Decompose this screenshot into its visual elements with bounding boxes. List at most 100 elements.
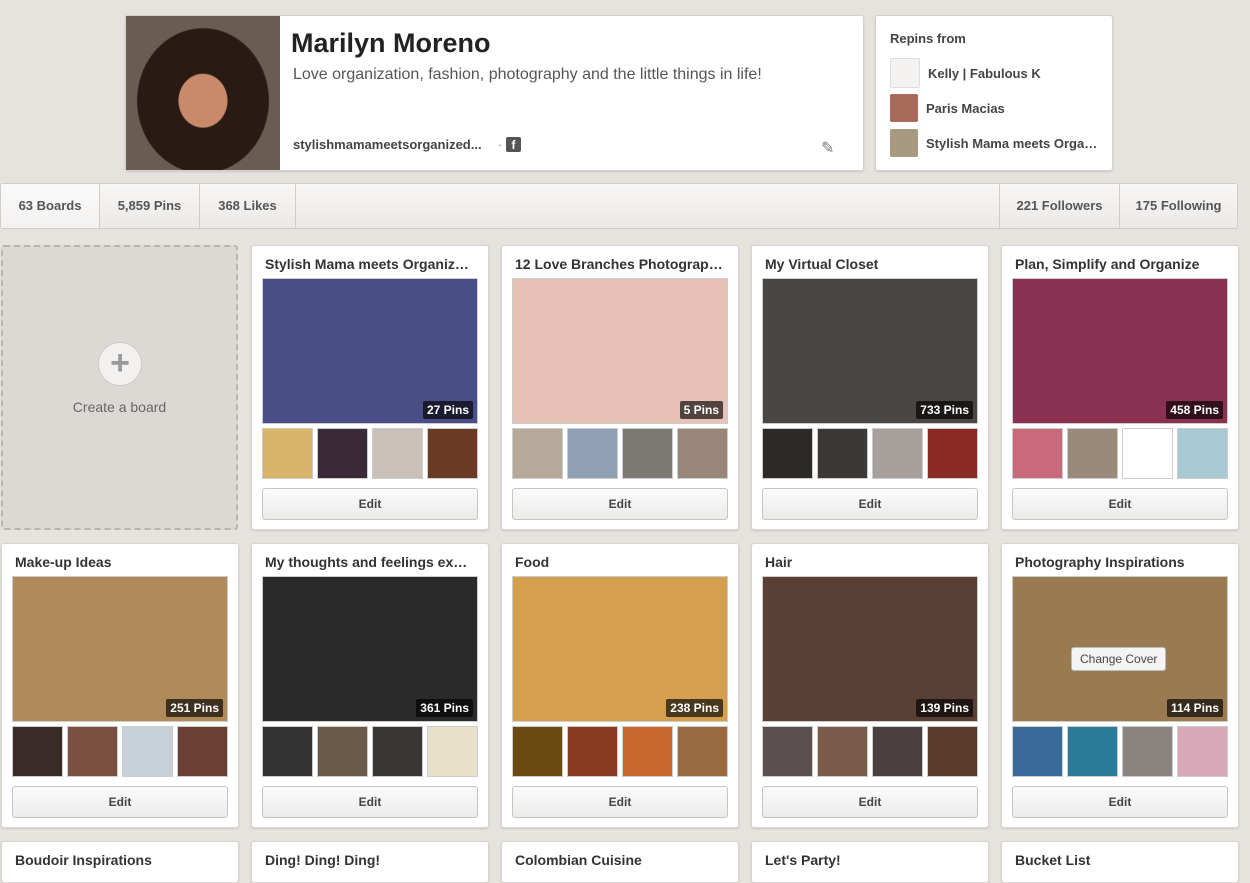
- board-title[interactable]: Food: [515, 554, 725, 570]
- edit-board-button[interactable]: Edit: [12, 786, 228, 818]
- board-cover[interactable]: Change Cover 114 Pins: [1012, 576, 1228, 722]
- board-thumbnail[interactable]: [567, 428, 618, 479]
- pencil-icon[interactable]: ✎: [821, 138, 837, 157]
- edit-board-button[interactable]: Edit: [762, 488, 978, 520]
- board-thumbnail[interactable]: [622, 726, 673, 777]
- board-thumbnail[interactable]: [762, 428, 813, 479]
- board-thumbnail[interactable]: [872, 726, 923, 777]
- board-cover[interactable]: 5 Pins: [512, 278, 728, 424]
- board-thumbnail[interactable]: [262, 726, 313, 777]
- board-card[interactable]: Stylish Mama meets Organized Chica 27 Pi…: [251, 245, 489, 530]
- board-title[interactable]: 12 Love Branches Photography: [515, 256, 725, 272]
- board-thumbnail[interactable]: [1012, 726, 1063, 777]
- repin-item[interactable]: Kelly | Fabulous K: [890, 58, 1105, 88]
- board-card[interactable]: Let's Party!: [751, 841, 989, 883]
- board-thumbnail[interactable]: [677, 428, 728, 479]
- board-card[interactable]: Colombian Cuisine: [501, 841, 739, 883]
- board-card[interactable]: Food 238 Pins Edit: [501, 543, 739, 828]
- facebook-icon[interactable]: f: [506, 137, 521, 152]
- board-cover[interactable]: 458 Pins: [1012, 278, 1228, 424]
- board-thumbnail[interactable]: [927, 428, 978, 479]
- board-thumbnails: [12, 726, 228, 777]
- board-title[interactable]: Photography Inspirations: [1015, 554, 1225, 570]
- board-title[interactable]: Plan, Simplify and Organize: [1015, 256, 1225, 272]
- profile-card: Marilyn Moreno Love organization, fashio…: [125, 15, 864, 171]
- board-thumbnail[interactable]: [372, 726, 423, 777]
- board-thumbnail[interactable]: [1067, 428, 1118, 479]
- board-title: Ding! Ding! Ding!: [265, 852, 381, 868]
- board-thumbnail[interactable]: [372, 428, 423, 479]
- board-thumbnail[interactable]: [872, 428, 923, 479]
- board-thumbnail[interactable]: [1012, 428, 1063, 479]
- board-thumbnail[interactable]: [1177, 428, 1228, 479]
- board-thumbnail[interactable]: [262, 428, 313, 479]
- board-cover[interactable]: 251 Pins: [12, 576, 228, 722]
- board-card[interactable]: My thoughts and feelings expressed 361 P…: [251, 543, 489, 828]
- repin-label: Kelly | Fabulous K: [928, 65, 1041, 81]
- board-title[interactable]: Hair: [765, 554, 975, 570]
- tab-following[interactable]: 175 Following: [1119, 184, 1237, 228]
- repin-label: Stylish Mama meets Organi...: [926, 135, 1105, 151]
- edit-board-button[interactable]: Edit: [512, 786, 728, 818]
- board-title[interactable]: Make-up Ideas: [15, 554, 225, 570]
- repin-item[interactable]: Stylish Mama meets Organi...: [890, 128, 1105, 158]
- board-thumbnail[interactable]: [67, 726, 118, 777]
- board-thumbnail[interactable]: [622, 428, 673, 479]
- board-card[interactable]: Hair 139 Pins Edit: [751, 543, 989, 828]
- board-thumbnail[interactable]: [122, 726, 173, 777]
- board-thumbnail[interactable]: [177, 726, 228, 777]
- board-cover[interactable]: 733 Pins: [762, 278, 978, 424]
- board-card[interactable]: Make-up Ideas 251 Pins Edit: [1, 543, 239, 828]
- tab-followers[interactable]: 221 Followers: [999, 184, 1119, 228]
- edit-board-button[interactable]: Edit: [1012, 488, 1228, 520]
- board-card[interactable]: Photography Inspirations Change Cover 11…: [1001, 543, 1239, 828]
- edit-board-button[interactable]: Edit: [762, 786, 978, 818]
- board-thumbnail[interactable]: [317, 726, 368, 777]
- board-thumbnail[interactable]: [512, 428, 563, 479]
- board-thumbnail[interactable]: [927, 726, 978, 777]
- profile-website-link[interactable]: stylishmamameetsorganized...: [293, 137, 482, 152]
- board-thumbnail[interactable]: [762, 726, 813, 777]
- board-thumbnail[interactable]: [1122, 428, 1173, 479]
- tab-boards[interactable]: 63 Boards: [1, 184, 100, 228]
- board-thumbnail[interactable]: [12, 726, 63, 777]
- board-title[interactable]: My Virtual Closet: [765, 256, 975, 272]
- tab-likes[interactable]: 368 Likes: [200, 184, 296, 228]
- board-thumbnail[interactable]: [817, 428, 868, 479]
- board-thumbnail[interactable]: [317, 428, 368, 479]
- edit-board-button[interactable]: Edit: [512, 488, 728, 520]
- pin-count-badge: 733 Pins: [916, 401, 973, 419]
- board-thumbnail[interactable]: [512, 726, 563, 777]
- board-title[interactable]: My thoughts and feelings expressed: [265, 554, 475, 570]
- board-title[interactable]: Stylish Mama meets Organized Chica: [265, 256, 475, 272]
- board-cover[interactable]: 238 Pins: [512, 576, 728, 722]
- board-card[interactable]: Ding! Ding! Ding!: [251, 841, 489, 883]
- board-title: Bucket List: [1015, 852, 1091, 868]
- board-thumbnail[interactable]: [1067, 726, 1118, 777]
- board-thumbnail[interactable]: [1122, 726, 1173, 777]
- edit-board-button[interactable]: Edit: [1012, 786, 1228, 818]
- board-thumbnail[interactable]: [1177, 726, 1228, 777]
- change-cover-button[interactable]: Change Cover: [1071, 647, 1167, 671]
- board-card[interactable]: 12 Love Branches Photography 5 Pins Edit: [501, 245, 739, 530]
- board-cover[interactable]: 361 Pins: [262, 576, 478, 722]
- board-card[interactable]: Plan, Simplify and Organize 458 Pins Edi…: [1001, 245, 1239, 530]
- edit-board-button[interactable]: Edit: [262, 786, 478, 818]
- edit-board-button[interactable]: Edit: [262, 488, 478, 520]
- board-thumbnail[interactable]: [427, 428, 478, 479]
- avatar[interactable]: [126, 16, 280, 170]
- create-board-button[interactable]: + Create a board: [1, 245, 238, 530]
- board-card[interactable]: Bucket List: [1001, 841, 1239, 883]
- board-card[interactable]: Boudoir Inspirations: [1, 841, 239, 883]
- board-thumbnail[interactable]: [817, 726, 868, 777]
- board-card[interactable]: My Virtual Closet 733 Pins Edit: [751, 245, 989, 530]
- board-thumbnail[interactable]: [427, 726, 478, 777]
- board-thumbnail[interactable]: [567, 726, 618, 777]
- repin-item[interactable]: Paris Macias: [890, 93, 1105, 123]
- repin-avatar: [890, 94, 918, 122]
- board-cover[interactable]: 139 Pins: [762, 576, 978, 722]
- board-thumbnail[interactable]: [677, 726, 728, 777]
- board-cover[interactable]: 27 Pins: [262, 278, 478, 424]
- board-title: Colombian Cuisine: [515, 852, 642, 868]
- tab-pins[interactable]: 5,859 Pins: [100, 184, 200, 228]
